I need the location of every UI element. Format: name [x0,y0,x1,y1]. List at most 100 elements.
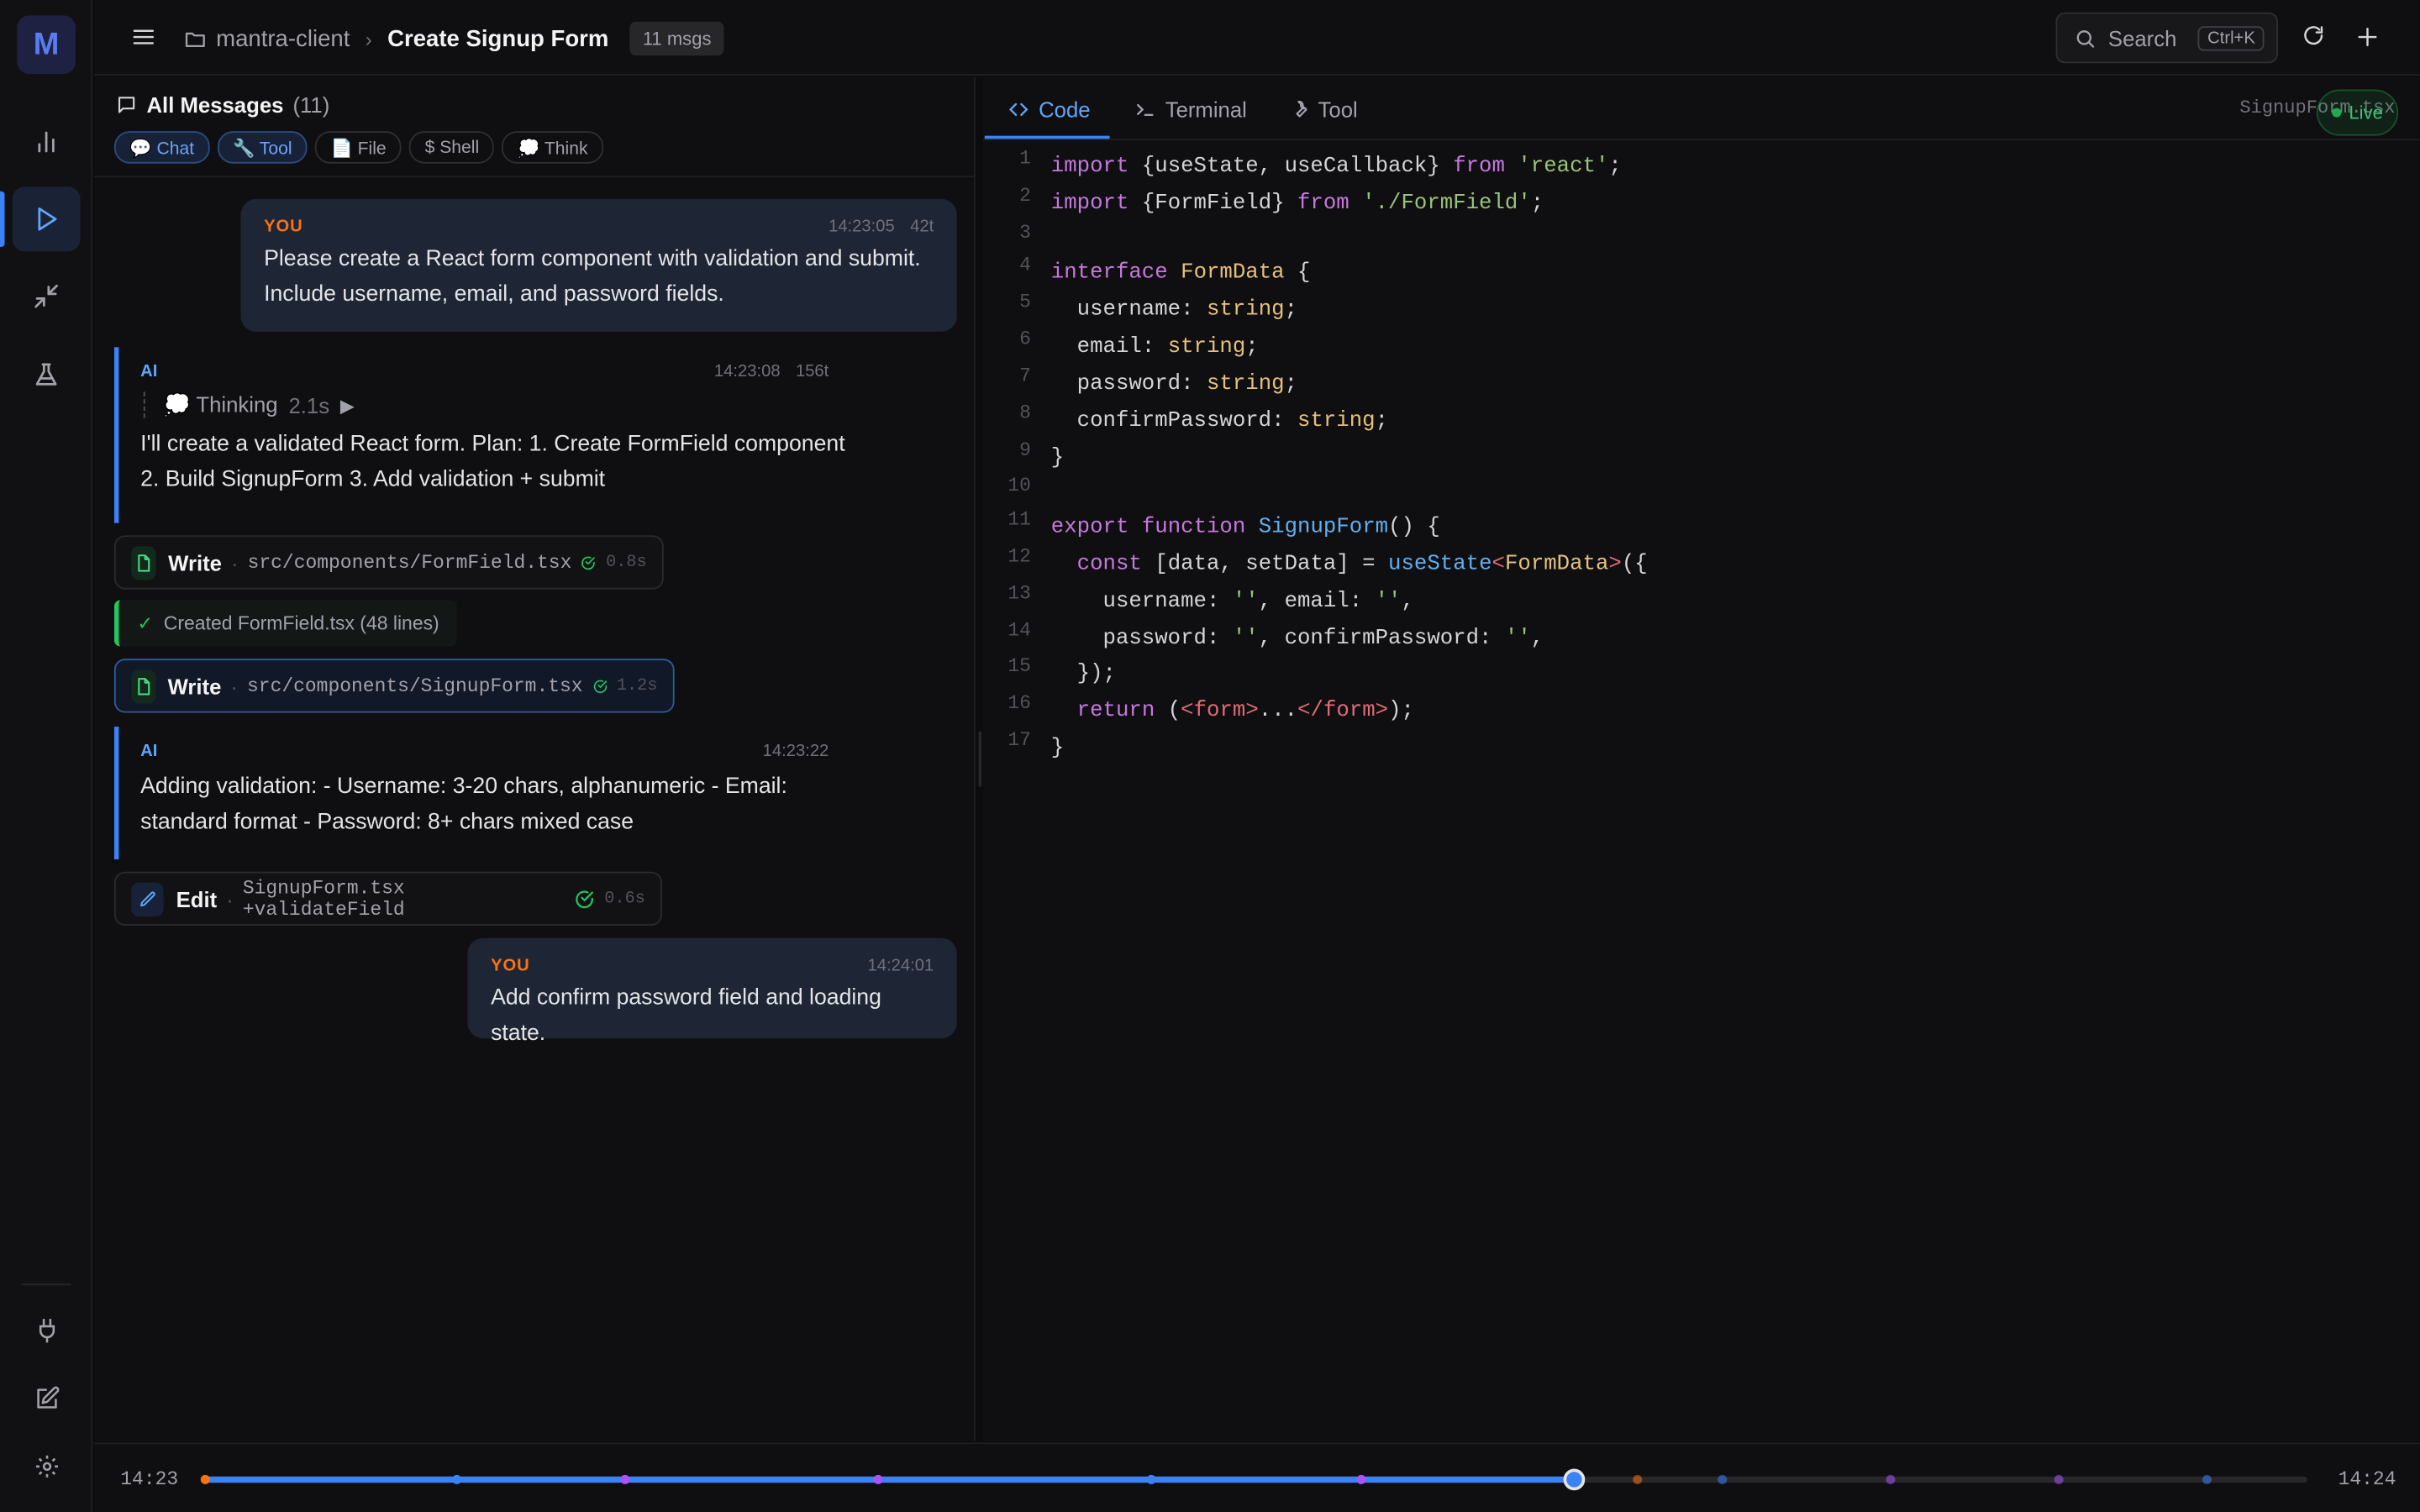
hamburger-icon [133,29,155,45]
ai-label: AI [140,742,158,761]
file-icon [131,545,156,580]
tab-code-label: Code [1039,96,1091,122]
code-token: export [1050,515,1129,540]
separator-dot: · [230,673,238,699]
user-message[interactable]: YOU 14:23:05 42t Please create a React f… [240,198,957,332]
tab-tool[interactable]: Tool [1289,77,1358,140]
filter-shell[interactable]: $ Shell [409,131,495,164]
code-token: username: [1050,589,1233,615]
search-button[interactable]: Search Ctrl+K [2055,12,2278,64]
line-content: import {FormField} from './FormField'; [1051,192,1544,216]
menu-button[interactable] [131,24,155,57]
filter-chat[interactable]: 💬 Chat [113,131,210,164]
filter-tool[interactable]: 🔧 Tool [217,131,308,164]
line-number: 6 [1019,328,1031,350]
timeline-event-marker[interactable] [452,1474,462,1484]
rail-compress-button[interactable] [13,264,81,328]
code-token: ; [1284,297,1298,323]
thinking-toggle[interactable]: 💭 Thinking 2.1s ▶ [143,391,867,418]
rail-lab-button[interactable] [13,343,81,407]
messages-panel: All Messages (11) 💬 Chat 🔧 Tool 📄 File $… [94,76,976,1441]
messages-title: All Messages [146,92,284,118]
message-meta: 14:23:05 42t [829,218,934,236]
message-text: Add confirm password field and loading s… [491,985,881,1047]
message-meta: 14:24:01 [868,957,934,975]
tool-call-card[interactable]: Write · src/components/FormField.tsx 0.8… [113,535,664,590]
messages-count: (11) [292,92,330,118]
line-content: username: '', email: '', [1050,589,1413,615]
timeline-event-marker[interactable] [1718,1474,1728,1484]
tool-call-card-selected[interactable]: Write · src/components/SignupForm.tsx 1.… [113,659,675,713]
line-content: interface FormData { [1051,260,1311,285]
line-content: import {useState, useCallback} from 'rea… [1051,155,1622,179]
line-number: 13 [1007,583,1031,605]
panel-resize-handle[interactable] [978,731,982,787]
filter-file[interactable]: 📄 File [315,131,402,164]
tool-path: src/components/FormField.tsx [247,551,572,574]
timeline-scrubber-handle[interactable] [1562,1468,1585,1491]
line-number: 16 [1007,692,1031,715]
breadcrumb-project[interactable]: mantra-client [216,25,350,51]
timeline-event-marker[interactable] [2202,1474,2212,1484]
tool-call-card[interactable]: Edit · SignupForm.tsx +validateField 0.6… [113,871,662,927]
timeline-event-marker[interactable] [200,1474,210,1484]
code-icon [1008,102,1028,116]
code-token: import [1050,191,1129,217]
page-title: Create Signup Form [387,25,609,52]
message-meta: 14:23:22 [763,742,829,760]
refresh-button[interactable] [2302,24,2326,56]
new-session-button[interactable] [2355,24,2380,57]
line-number: 8 [1019,402,1031,425]
code-token: ({ [1621,552,1648,577]
check-circle-icon [576,890,594,908]
user-message[interactable]: YOU 14:24:01 Add confirm password field … [467,937,957,1046]
tool-duration: 0.6s [604,889,645,908]
code-token: ; [1530,191,1544,217]
wrench-icon [1296,100,1307,118]
code-token: } [1050,445,1065,471]
code-token: ; [1245,334,1259,360]
code-token: > [1608,552,1622,577]
search-label: Search [2107,25,2177,50]
live-label: Live [2349,102,2383,123]
timeline-event-marker[interactable] [1146,1474,1156,1484]
nav-rail: M [0,0,93,1512]
code-token: from [1453,154,1505,180]
search-icon [2076,29,2095,47]
rail-edit-button[interactable] [13,1365,81,1430]
ai-message[interactable]: AI 14:23:08 156t 💭 Thinking 2.1s ▶ I'll … [113,347,891,523]
play-icon [38,207,57,231]
timeline-event-marker[interactable] [873,1474,883,1484]
timeline-event-marker[interactable] [1632,1474,1642,1484]
rail-settings-button[interactable] [13,1433,81,1498]
timeline-end-time: 14:24 [2338,1468,2396,1491]
separator-dot: · [226,886,234,911]
rail-active-indicator [0,191,5,247]
timeline-track[interactable] [200,1468,2307,1491]
app-logo[interactable]: M [17,15,76,75]
code-token: { [1284,260,1311,286]
line-content: email: string; [1051,335,1259,360]
timeline-event-marker[interactable] [621,1474,631,1484]
tool-path: SignupForm.tsx +validateField [242,877,405,921]
code-panel: Code Terminal Tool SignupForm.tsx Live 1… [982,76,2420,1441]
timeline-event-marker[interactable] [1356,1474,1366,1484]
ai-message[interactable]: AI 14:23:22 Adding validation: - Usernam… [113,727,891,860]
tab-terminal[interactable]: Terminal [1134,77,1247,140]
rail-analytics-button[interactable] [13,109,81,174]
code-token: , email: [1258,589,1376,615]
rail-plugins-button[interactable] [13,1298,81,1362]
filter-think[interactable]: 💭 Think [502,131,603,164]
tab-code[interactable]: Code [1007,77,1091,140]
line-number: 17 [1007,729,1031,752]
timeline-event-marker[interactable] [1886,1474,1897,1484]
code-token: <form> [1181,699,1259,724]
timeline-event-marker[interactable] [2054,1474,2065,1484]
line-number: 3 [1019,222,1031,244]
filter-chips: 💬 Chat 🔧 Tool 📄 File $ Shell 💭 Think [113,131,603,164]
folder-icon [185,31,205,47]
rail-play-button[interactable] [12,186,81,252]
